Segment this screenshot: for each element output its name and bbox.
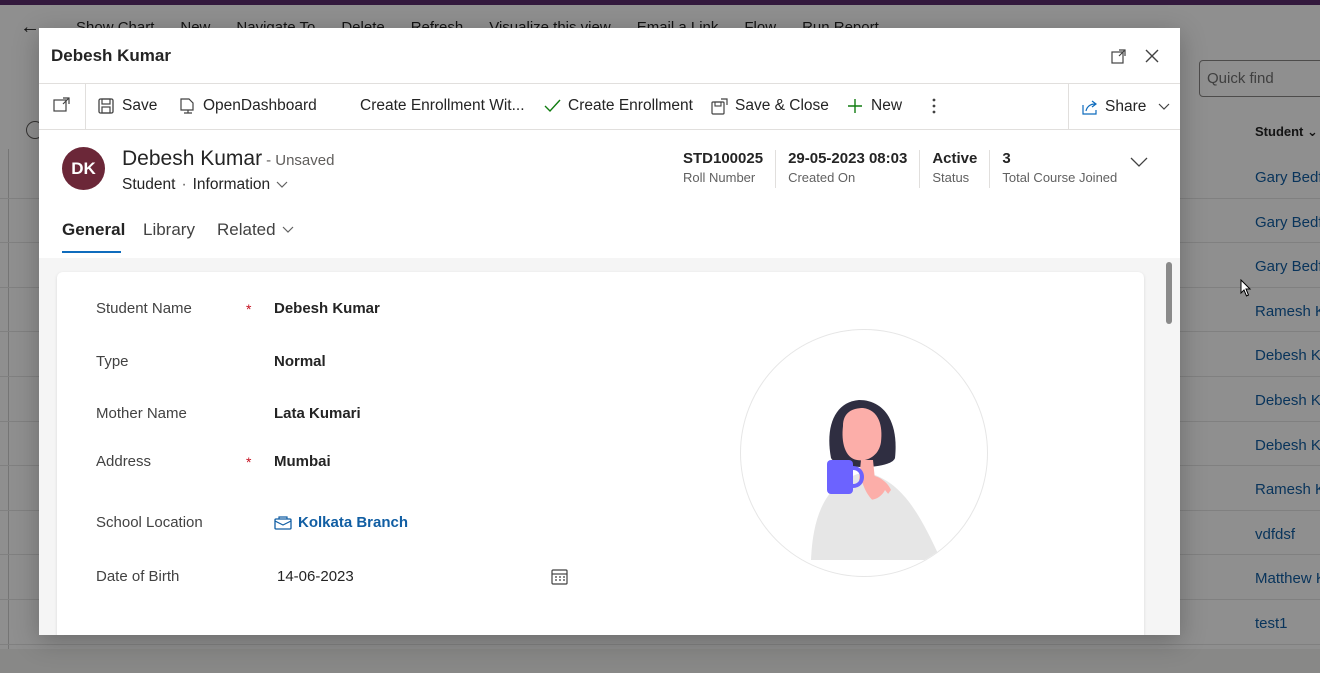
school-location-label: School Location <box>96 514 203 531</box>
save-close-button[interactable]: Save & Close <box>710 97 829 115</box>
create-enrollment-label: Create Enrollment <box>568 97 693 114</box>
share-chevron-icon <box>1158 98 1170 116</box>
field-student-name: Student Name * Debesh Kumar <box>96 300 380 317</box>
form-body: Student Name * Debesh Kumar Type Normal … <box>39 258 1180 635</box>
record-name-text: Debesh Kumar <box>122 147 263 170</box>
separator-dot: · <box>181 176 187 193</box>
plus-icon <box>846 97 864 115</box>
form-tabs: General Library Related <box>39 204 1180 260</box>
general-section-card: Student Name * Debesh Kumar Type Normal … <box>57 272 1144 635</box>
open-dashboard-button[interactable]: OpenDashboard <box>178 97 317 115</box>
required-indicator: * <box>246 300 252 317</box>
mother-name-label: Mother Name <box>96 405 187 422</box>
form-toolbar: Save OpenDashboard Create Enrollment Wit… <box>39 84 1180 130</box>
header-expand-chevron-icon[interactable] <box>1129 152 1149 172</box>
open-in-new-window-icon[interactable] <box>53 97 70 112</box>
new-label: New <box>871 97 903 114</box>
share-button[interactable]: Share <box>1068 84 1180 130</box>
share-label: Share <box>1105 98 1147 115</box>
checkmark-icon <box>543 97 561 115</box>
lookup-record-icon <box>274 515 292 530</box>
more-commands-icon[interactable] <box>931 97 937 115</box>
dashboard-icon <box>178 97 196 115</box>
field-date-of-birth: Date of Birth 14-06-2023 <box>96 568 354 585</box>
share-icon <box>1081 98 1099 116</box>
person-illustration-icon <box>811 400 941 560</box>
header-field-total-course: 3 Total Course Joined <box>989 150 1129 188</box>
save-close-label: Save & Close <box>735 97 829 114</box>
save-close-icon <box>710 97 728 115</box>
student-name-input[interactable]: Debesh Kumar <box>274 300 380 317</box>
created-on-value: 29-05-2023 08:03 <box>788 150 908 167</box>
field-address: Address * Mumbai <box>96 453 331 470</box>
school-location-value: Kolkata Branch <box>298 514 409 531</box>
save-icon <box>97 97 115 115</box>
avatar: DK <box>62 147 105 190</box>
address-input[interactable]: Mumbai <box>274 453 331 470</box>
record-header: DK Debesh Kumar - Unsaved Student · Infor… <box>39 130 1180 204</box>
type-select[interactable]: Normal <box>274 353 326 370</box>
save-label: Save <box>122 97 158 114</box>
create-enrollment-with-button[interactable]: Create Enrollment Wit... <box>360 97 525 115</box>
mouse-cursor-icon <box>1240 279 1252 297</box>
form-name: Information <box>192 176 271 193</box>
roll-number-label: Roll Number <box>683 170 756 185</box>
entity-name: Student <box>122 176 176 193</box>
tab-general[interactable]: General <box>62 220 125 240</box>
status-label: Status <box>932 170 970 185</box>
field-school-location: School Location Kolkata Branch <box>96 514 408 531</box>
dialog-title: Debesh Kumar <box>51 45 171 65</box>
unsaved-indicator: - Unsaved <box>266 152 335 169</box>
record-entity-form: Student · Information <box>122 176 288 194</box>
close-icon[interactable] <box>1142 46 1162 66</box>
school-location-lookup[interactable]: Kolkata Branch <box>274 514 408 531</box>
related-chevron-icon <box>282 226 294 233</box>
required-indicator: * <box>246 453 252 470</box>
save-button[interactable]: Save <box>97 97 157 115</box>
new-button[interactable]: New <box>846 97 902 115</box>
form-scrollbar[interactable] <box>1166 262 1172 324</box>
record-dialog: Debesh Kumar Save OpenDashboard Create E… <box>39 28 1180 635</box>
tab-related[interactable]: Related <box>217 220 294 240</box>
header-field-roll-number: STD100025 Roll Number <box>671 150 775 188</box>
total-course-value: 3 <box>1002 150 1011 167</box>
calendar-icon[interactable] <box>551 568 568 585</box>
create-enrollment-with-label: Create Enrollment Wit... <box>360 97 525 114</box>
form-selector-chevron-icon <box>276 181 288 188</box>
date-of-birth-label: Date of Birth <box>96 568 180 585</box>
type-label: Type <box>96 353 129 370</box>
expand-icon[interactable] <box>1108 46 1128 66</box>
active-tab-indicator <box>62 251 121 253</box>
dialog-header: Debesh Kumar <box>39 28 1180 84</box>
field-mother-name: Mother Name Lata Kumari <box>96 405 361 422</box>
tab-related-label: Related <box>217 220 276 239</box>
mother-name-input[interactable]: Lata Kumari <box>274 405 361 422</box>
status-value: Active <box>932 150 978 167</box>
roll-number-value: STD100025 <box>683 150 764 167</box>
header-field-status: Active Status <box>919 150 989 188</box>
create-enrollment-button[interactable]: Create Enrollment <box>543 97 693 115</box>
date-of-birth-input[interactable]: 14-06-2023 <box>277 568 354 585</box>
open-dashboard-label: OpenDashboard <box>203 97 317 114</box>
total-course-label: Total Course Joined <box>1002 170 1118 185</box>
toolbar-separator <box>85 84 86 130</box>
tab-library[interactable]: Library <box>143 220 195 240</box>
header-fields: STD100025 Roll Number 29-05-2023 08:03 C… <box>671 150 1129 188</box>
address-label: Address <box>96 453 152 470</box>
form-selector[interactable]: Information <box>193 176 289 194</box>
record-name: Debesh Kumar - Unsaved <box>122 147 334 171</box>
student-name-label: Student Name <box>96 300 192 317</box>
created-on-label: Created On <box>788 170 856 185</box>
field-type: Type Normal <box>96 353 326 370</box>
student-photo-placeholder[interactable] <box>740 329 988 577</box>
header-field-created-on: 29-05-2023 08:03 Created On <box>775 150 919 188</box>
